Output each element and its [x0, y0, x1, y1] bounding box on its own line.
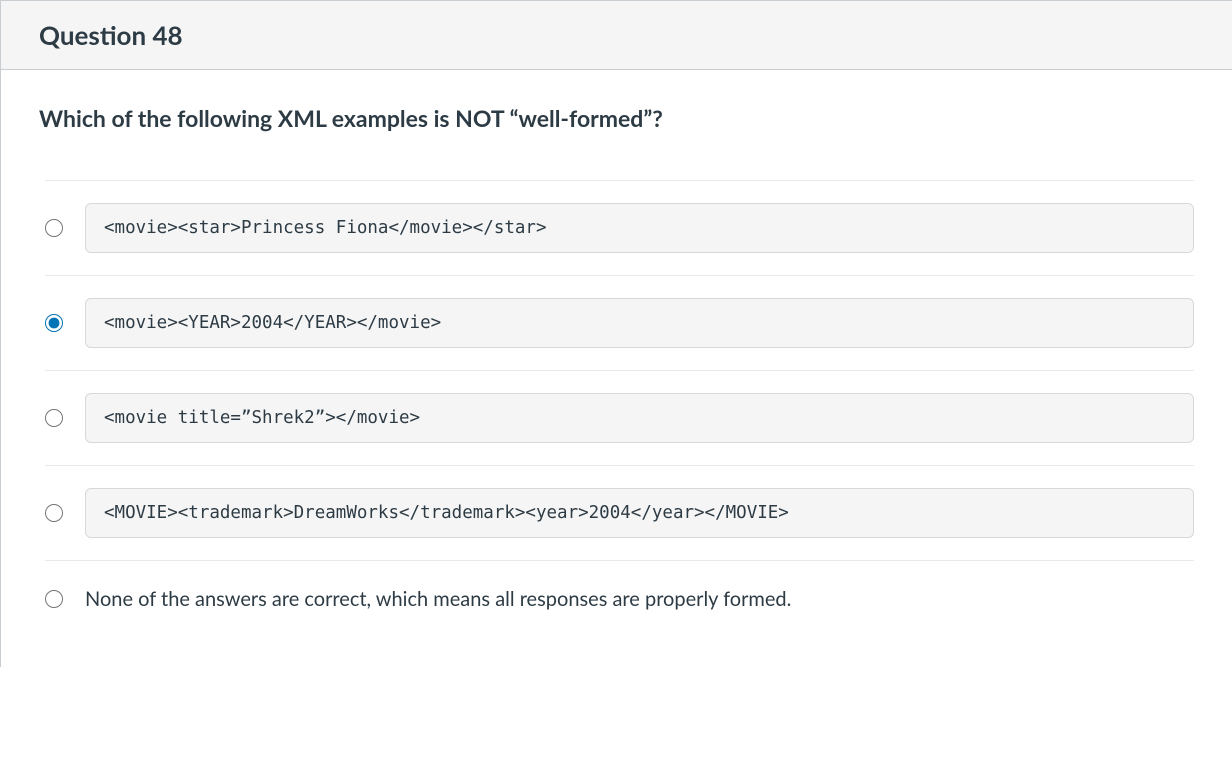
- answer-option[interactable]: <movie><YEAR>2004</YEAR></movie>: [45, 275, 1194, 370]
- question-title: Question 48: [39, 19, 1194, 51]
- answer-option[interactable]: <MOVIE><trademark>DreamWorks</trademark>…: [45, 465, 1194, 560]
- answer-option[interactable]: None of the answers are correct, which m…: [45, 560, 1194, 637]
- answer-code: <movie><YEAR>2004</YEAR></movie>: [85, 298, 1194, 348]
- answer-radio[interactable]: [45, 504, 63, 522]
- answer-code: <MOVIE><trademark>DreamWorks</trademark>…: [85, 488, 1194, 538]
- radio-wrap: [45, 504, 63, 522]
- answer-code: <movie><star>Princess Fiona</movie></sta…: [85, 203, 1194, 253]
- answers-list: <movie><star>Princess Fiona</movie></sta…: [45, 180, 1194, 637]
- answer-radio[interactable]: [45, 590, 63, 608]
- radio-wrap: [45, 219, 63, 237]
- answer-radio[interactable]: [45, 314, 63, 332]
- question-text: Which of the following XML examples is N…: [39, 104, 1194, 132]
- answer-option[interactable]: <movie title=”Shrek2”></movie>: [45, 370, 1194, 465]
- radio-wrap: [45, 409, 63, 427]
- question-container: Question 48 Which of the following XML e…: [0, 0, 1232, 667]
- question-header: Question 48: [1, 1, 1232, 70]
- answer-radio[interactable]: [45, 409, 63, 427]
- answer-code: <movie title=”Shrek2”></movie>: [85, 393, 1194, 443]
- answer-option[interactable]: <movie><star>Princess Fiona</movie></sta…: [45, 180, 1194, 275]
- question-body: Which of the following XML examples is N…: [1, 70, 1232, 667]
- answer-radio[interactable]: [45, 219, 63, 237]
- radio-wrap: [45, 314, 63, 332]
- radio-wrap: [45, 590, 63, 608]
- answer-text: None of the answers are correct, which m…: [85, 583, 1194, 615]
